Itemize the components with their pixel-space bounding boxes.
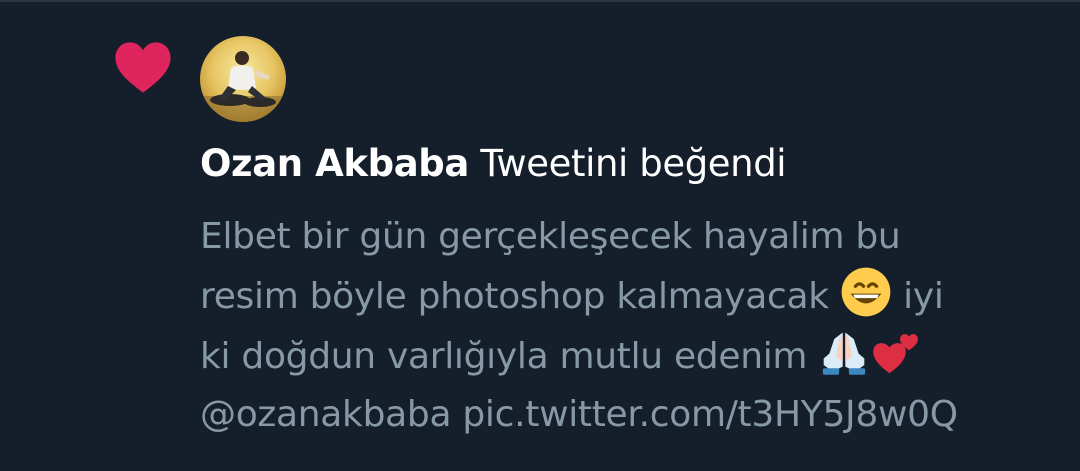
tweet-text[interactable]: Elbet bir gün gerçekleşecek hayalim bu r…: [200, 208, 1060, 444]
user-name[interactable]: Ozan Akbaba: [200, 142, 469, 185]
action-text: Tweetini beğendi: [480, 142, 787, 185]
avatar[interactable]: [200, 36, 286, 122]
tweet-line-text: resim böyle photoshop kalmayacak: [200, 276, 829, 317]
tweet-line: resim böyle photoshop kalmayacak iyi: [200, 266, 1060, 326]
two-hearts-emoji: [870, 326, 922, 378]
tweet-line: Elbet bir gün gerçekleşecek hayalim bu: [200, 216, 901, 257]
folded-hands-emoji: [818, 326, 870, 378]
notification-headline: Ozan Akbaba Tweetini beğendi: [200, 141, 787, 187]
tweet-line-text: ki doğdun varlığıyla mutlu edenim: [200, 336, 808, 377]
like-notification[interactable]: Ozan Akbaba Tweetini beğendi Elbet bir g…: [0, 0, 1080, 471]
tweet-line: ki doğdun varlığıyla mutlu edenim: [200, 326, 1060, 386]
grinning-face-emoji: [840, 266, 892, 318]
tweet-line: @ozanakbaba pic.twitter.com/t3HY5J8w0Q: [200, 394, 958, 435]
divider: [0, 0, 1080, 2]
heart-icon: [114, 40, 172, 94]
tweet-line-text: iyi: [903, 276, 944, 317]
